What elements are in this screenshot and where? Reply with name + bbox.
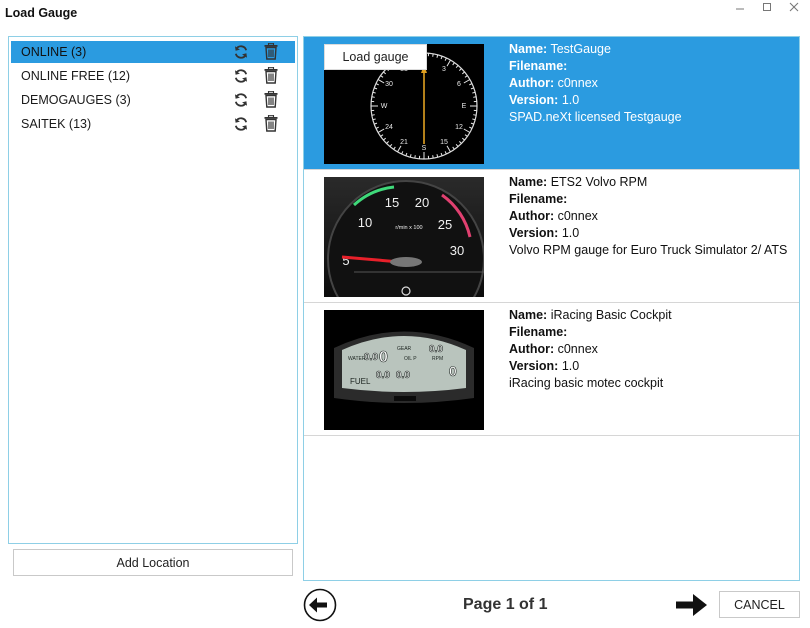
- dash-label: FUEL: [350, 377, 371, 386]
- location-label: SAITEK (13): [21, 117, 92, 131]
- gauge-row-ets2-volvo-rpm[interactable]: 5 10 15 20 25 30 r/min x 100 Name: ETS2 …: [304, 170, 799, 303]
- dash-label: RPM: [432, 356, 443, 362]
- cancel-button[interactable]: CANCEL: [719, 591, 800, 618]
- location-label: ONLINE (3): [21, 45, 87, 59]
- gauge-author: c0nnex: [557, 342, 598, 356]
- rpm-label: 20: [415, 195, 429, 210]
- rpm-gauge-image: 5 10 15 20 25 30 r/min x 100: [324, 177, 484, 297]
- gauge-version: 1.0: [561, 359, 580, 373]
- gauge-description: SPAD.neXt licensed Testgauge: [509, 110, 682, 124]
- gauge-author: c0nnex: [557, 76, 598, 90]
- location-label: ONLINE FREE (12): [21, 69, 131, 83]
- compass-label: 6: [457, 81, 461, 88]
- refresh-icon[interactable]: [233, 44, 249, 60]
- gauge-version: 1.0: [561, 226, 580, 240]
- author-label: Author:: [509, 76, 555, 90]
- minimize-icon[interactable]: [729, 0, 751, 14]
- compass-label: 12: [455, 124, 463, 131]
- version-label: Version:: [509, 359, 559, 373]
- gauge-info: Name: ETS2 Volvo RPM Filename: Author: c…: [509, 174, 789, 259]
- dash-digit: 0.0: [396, 370, 410, 381]
- compass-tick: [473, 114, 477, 116]
- compass-label: E: [462, 103, 467, 110]
- close-icon[interactable]: [783, 0, 805, 14]
- rpm-label: 5: [342, 253, 349, 268]
- name-label: Name:: [509, 175, 548, 189]
- gauge-version: 1.0: [561, 93, 580, 107]
- gauge-list: N 3 6 E 12 15 S 21 24 W 30 33: [303, 36, 800, 581]
- page-indicator: Page 1 of 1: [463, 596, 548, 613]
- trash-icon[interactable]: [264, 90, 278, 108]
- arrow-right-icon[interactable]: [674, 591, 710, 619]
- gauge-description: iRacing basic motec cockpit: [509, 376, 664, 390]
- version-label: Version:: [509, 93, 559, 107]
- refresh-icon[interactable]: [233, 92, 249, 108]
- rpm-label: 25: [438, 217, 452, 232]
- gauge-info: Name: TestGauge Filename: Author: c0nnex…: [509, 41, 789, 126]
- dash-label: GEAR: [397, 346, 412, 352]
- gauge-row-iracing-basic-cockpit[interactable]: WATER GEAR OIL P RPM FUEL 0 0.0 0.0 0.0 …: [304, 303, 799, 436]
- gauge-name: TestGauge: [550, 42, 611, 56]
- rpm-label: 15: [385, 195, 399, 210]
- dash-digit: 0: [379, 349, 388, 366]
- location-item-online[interactable]: ONLINE (3): [11, 41, 295, 63]
- refresh-icon[interactable]: [233, 116, 249, 132]
- compass-label: W: [381, 103, 388, 110]
- compass-label: 24: [385, 124, 393, 131]
- name-label: Name:: [509, 308, 548, 322]
- arrow-left-icon[interactable]: [303, 588, 337, 622]
- location-item-demogauges[interactable]: DEMOGAUGES (3): [11, 89, 295, 111]
- compass-tick: [432, 155, 434, 159]
- rpm-label: 10: [358, 215, 372, 230]
- gauge-name: iRacing Basic Cockpit: [550, 308, 672, 322]
- dash-digit: 0: [449, 363, 457, 379]
- dash-gauge-image: WATER GEAR OIL P RPM FUEL 0 0.0 0.0 0.0 …: [324, 310, 484, 430]
- gauge-row-testgauge[interactable]: N 3 6 E 12 15 S 21 24 W 30 33: [304, 37, 799, 170]
- gauge-thumbnail: 5 10 15 20 25 30 r/min x 100: [324, 177, 484, 297]
- compass-label: 3: [442, 66, 446, 73]
- filename-label: Filename:: [509, 325, 568, 339]
- compass-label: 21: [400, 139, 408, 146]
- location-item-online-free[interactable]: ONLINE FREE (12): [11, 65, 295, 87]
- compass-tick: [371, 114, 375, 116]
- rpm-label: 30: [450, 243, 464, 258]
- trash-icon[interactable]: [264, 42, 278, 60]
- dash-label: OIL P: [404, 356, 417, 362]
- compass-tick: [432, 53, 434, 57]
- gauge-info: Name: iRacing Basic Cockpit Filename: Au…: [509, 307, 789, 392]
- trash-icon[interactable]: [264, 114, 278, 132]
- compass-tick: [414, 155, 416, 159]
- window-title: Load Gauge: [5, 6, 78, 20]
- location-list: ONLINE (3) ONLINE FREE (12) DEMOGAUGES (…: [8, 36, 298, 544]
- load-gauge-dialog: Load Gauge ONLINE (3) ONLINE FREE (12) D…: [0, 0, 810, 628]
- compass-label: 30: [385, 81, 393, 88]
- load-gauge-button[interactable]: Load gauge: [324, 44, 427, 70]
- name-label: Name:: [509, 42, 548, 56]
- add-location-button[interactable]: Add Location: [13, 549, 293, 576]
- compass-tick: [371, 96, 375, 98]
- compass-label: 15: [440, 139, 448, 146]
- refresh-icon[interactable]: [233, 68, 249, 84]
- gauge-name: ETS2 Volvo RPM: [550, 175, 648, 189]
- rpm-unit: r/min x 100: [395, 225, 422, 231]
- trash-icon[interactable]: [264, 66, 278, 84]
- location-item-saitek[interactable]: SAITEK (13): [11, 113, 295, 135]
- filename-label: Filename:: [509, 59, 568, 73]
- title-bar: Load Gauge: [0, 0, 810, 26]
- gauge-author: c0nnex: [557, 209, 598, 223]
- dash-digit: 0.0: [364, 352, 378, 363]
- dash-digit: 0.0: [429, 344, 443, 355]
- gauge-thumbnail: WATER GEAR OIL P RPM FUEL 0 0.0 0.0 0.0 …: [324, 310, 484, 430]
- author-label: Author:: [509, 342, 555, 356]
- version-label: Version:: [509, 226, 559, 240]
- dash-digit: 0.0: [376, 370, 390, 381]
- author-label: Author:: [509, 209, 555, 223]
- compass-tick: [473, 96, 477, 98]
- maximize-icon[interactable]: [756, 0, 778, 14]
- compass-label: S: [422, 145, 427, 152]
- location-label: DEMOGAUGES (3): [21, 93, 131, 107]
- filename-label: Filename:: [509, 192, 568, 206]
- gauge-description: Volvo RPM gauge for Euro Truck Simulator…: [509, 243, 788, 257]
